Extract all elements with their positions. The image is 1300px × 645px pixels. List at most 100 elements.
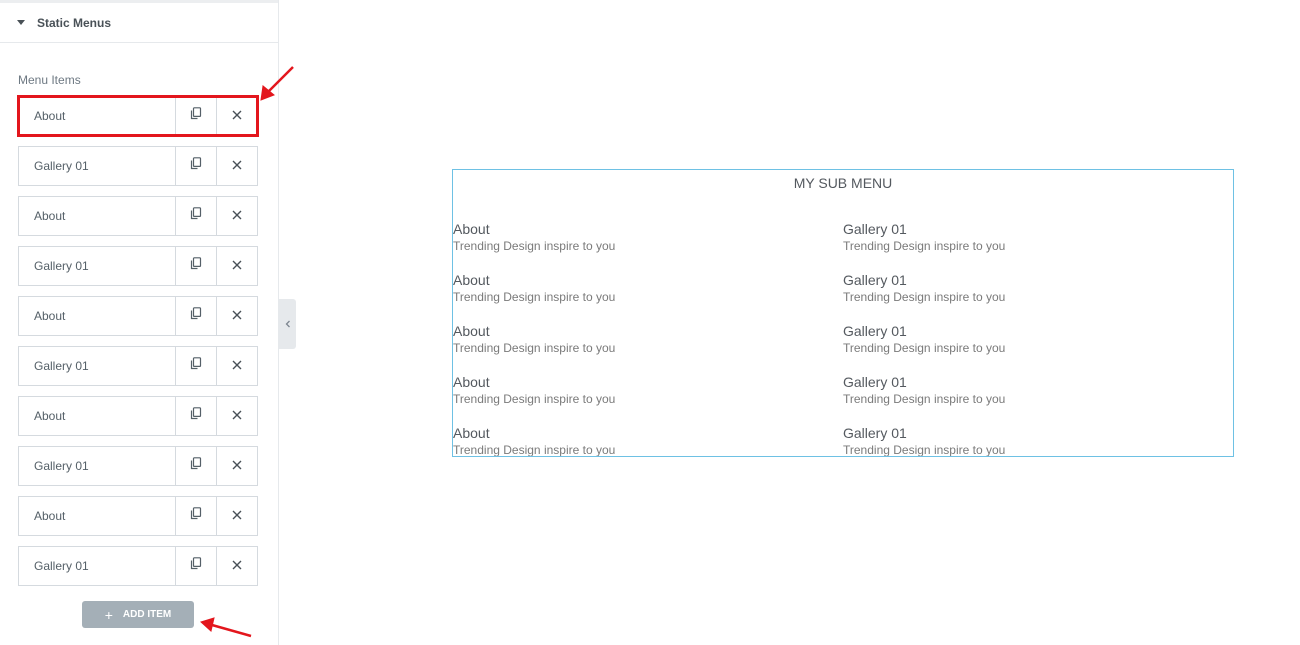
duplicate-button[interactable] <box>175 297 216 335</box>
duplicate-icon <box>190 357 202 375</box>
sub-menu-item[interactable]: Gallery 01 Trending Design inspire to you <box>843 271 1233 322</box>
sub-menu-item[interactable]: Gallery 01 Trending Design inspire to you <box>843 322 1233 373</box>
add-item-button[interactable]: + ADD ITEM <box>82 601 194 628</box>
close-icon <box>232 557 242 575</box>
sub-menu-item[interactable]: Gallery 01 Trending Design inspire to you <box>843 373 1233 424</box>
close-icon <box>232 107 242 125</box>
menu-item-row: Gallery 01 <box>18 246 258 286</box>
remove-button[interactable] <box>216 97 257 135</box>
close-icon <box>232 207 242 225</box>
duplicate-button[interactable] <box>175 497 216 535</box>
menu-item-row: About <box>17 95 259 137</box>
menu-item-row: Gallery 01 <box>18 346 258 386</box>
sub-menu-item[interactable]: About Trending Design inspire to you <box>453 424 843 457</box>
close-icon <box>232 457 242 475</box>
duplicate-icon <box>190 407 202 425</box>
close-icon <box>232 507 242 525</box>
sub-menu-item-title: About <box>453 374 490 390</box>
remove-button[interactable] <box>216 197 257 235</box>
section-header-static-menus[interactable]: Static Menus <box>0 3 278 43</box>
sub-menu-row: About Trending Design inspire to you Galle… <box>453 424 1233 457</box>
sub-menu-row: About Trending Design inspire to you Galle… <box>453 322 1233 373</box>
sub-menu-row: About Trending Design inspire to you Galle… <box>453 220 1233 271</box>
close-icon <box>232 257 242 275</box>
menu-items-label: Menu Items <box>18 73 81 87</box>
duplicate-button[interactable] <box>175 447 216 485</box>
menu-item-title[interactable]: About <box>19 397 175 435</box>
sub-menu-item-desc: Trending Design inspire to you <box>453 290 616 304</box>
remove-button[interactable] <box>216 247 257 285</box>
menu-item-row: Gallery 01 <box>18 446 258 486</box>
menu-item-row: About <box>18 396 258 436</box>
remove-button[interactable] <box>216 497 257 535</box>
panel-collapse-handle[interactable] <box>279 299 296 349</box>
editor-panel: Static Menus Menu Items About Gallery 01 A… <box>0 0 279 645</box>
menu-item-title[interactable]: Gallery 01 <box>19 147 175 185</box>
duplicate-icon <box>190 307 202 325</box>
remove-button[interactable] <box>216 547 257 585</box>
menu-item-title[interactable]: About <box>19 297 175 335</box>
sub-menu-item[interactable]: About Trending Design inspire to you <box>453 373 843 424</box>
sub-menu-item-desc: Trending Design inspire to you <box>843 341 1006 355</box>
sub-menu-item-title: Gallery 01 <box>843 221 907 237</box>
menu-item-title[interactable]: About <box>19 497 175 535</box>
sub-menu-item-desc: Trending Design inspire to you <box>453 392 616 406</box>
duplicate-button[interactable] <box>175 197 216 235</box>
sub-menu-item-title: Gallery 01 <box>843 374 907 390</box>
duplicate-icon <box>190 207 202 225</box>
caret-down-icon <box>17 20 25 25</box>
menu-item-title[interactable]: About <box>19 197 175 235</box>
remove-button[interactable] <box>216 447 257 485</box>
duplicate-button[interactable] <box>175 97 216 135</box>
duplicate-button[interactable] <box>175 547 216 585</box>
duplicate-button[interactable] <box>175 247 216 285</box>
sub-menu-item-desc: Trending Design inspire to you <box>453 239 616 253</box>
sub-menu-item-desc: Trending Design inspire to you <box>843 443 1006 457</box>
remove-button[interactable] <box>216 397 257 435</box>
sub-menu-item-desc: Trending Design inspire to you <box>843 392 1006 406</box>
menu-item-row: Gallery 01 <box>18 546 258 586</box>
sub-menu-item[interactable]: About Trending Design inspire to you <box>453 271 843 322</box>
sub-menu-row: About Trending Design inspire to you Galle… <box>453 373 1233 424</box>
preview-title: MY SUB MENU <box>793 175 893 191</box>
plus-icon: + <box>104 606 113 623</box>
sub-menu-item[interactable]: About Trending Design inspire to you <box>453 322 843 373</box>
duplicate-button[interactable] <box>175 347 216 385</box>
chevron-left-icon <box>285 320 290 328</box>
sub-menu-item-title: About <box>453 272 490 288</box>
menu-item-title[interactable]: Gallery 01 <box>19 347 175 385</box>
duplicate-icon <box>190 457 202 475</box>
menu-item-row: About <box>18 196 258 236</box>
menu-item-title[interactable]: Gallery 01 <box>19 547 175 585</box>
close-icon <box>232 307 242 325</box>
sub-menu-item-title: Gallery 01 <box>843 272 907 288</box>
sub-menu-item-title: About <box>453 425 490 441</box>
sub-menu-item-desc: Trending Design inspire to you <box>843 290 1006 304</box>
menu-item-row: Gallery 01 <box>18 146 258 186</box>
menu-item-title[interactable]: Gallery 01 <box>19 447 175 485</box>
duplicate-icon <box>190 257 202 275</box>
add-item-label: ADD ITEM <box>122 609 172 620</box>
close-icon <box>232 157 242 175</box>
close-icon <box>232 357 242 375</box>
remove-button[interactable] <box>216 147 257 185</box>
remove-button[interactable] <box>216 297 257 335</box>
menu-items-list: About Gallery 01 About Gallery 01 About Galle… <box>17 95 259 596</box>
duplicate-button[interactable] <box>175 397 216 435</box>
sub-menu-item-title: Gallery 01 <box>843 425 907 441</box>
menu-item-title[interactable]: Gallery 01 <box>19 247 175 285</box>
sub-menu-item[interactable]: Gallery 01 Trending Design inspire to you <box>843 220 1233 271</box>
menu-item-row: About <box>18 296 258 336</box>
sub-menu-row: About Trending Design inspire to you Galle… <box>453 271 1233 322</box>
duplicate-icon <box>190 507 202 525</box>
sub-menu-item[interactable]: About Trending Design inspire to you <box>453 220 843 271</box>
duplicate-button[interactable] <box>175 147 216 185</box>
sub-menu-item-title: Gallery 01 <box>843 323 907 339</box>
remove-button[interactable] <box>216 347 257 385</box>
sub-menu-preview: MY SUB MENU About Trending Design inspire… <box>452 169 1234 457</box>
menu-item-row: About <box>18 496 258 536</box>
sub-menu-item[interactable]: Gallery 01 Trending Design inspire to you <box>843 424 1233 457</box>
sub-menu-item-desc: Trending Design inspire to you <box>453 443 616 457</box>
sub-menu-item-title: About <box>453 323 490 339</box>
menu-item-title[interactable]: About <box>19 97 175 135</box>
